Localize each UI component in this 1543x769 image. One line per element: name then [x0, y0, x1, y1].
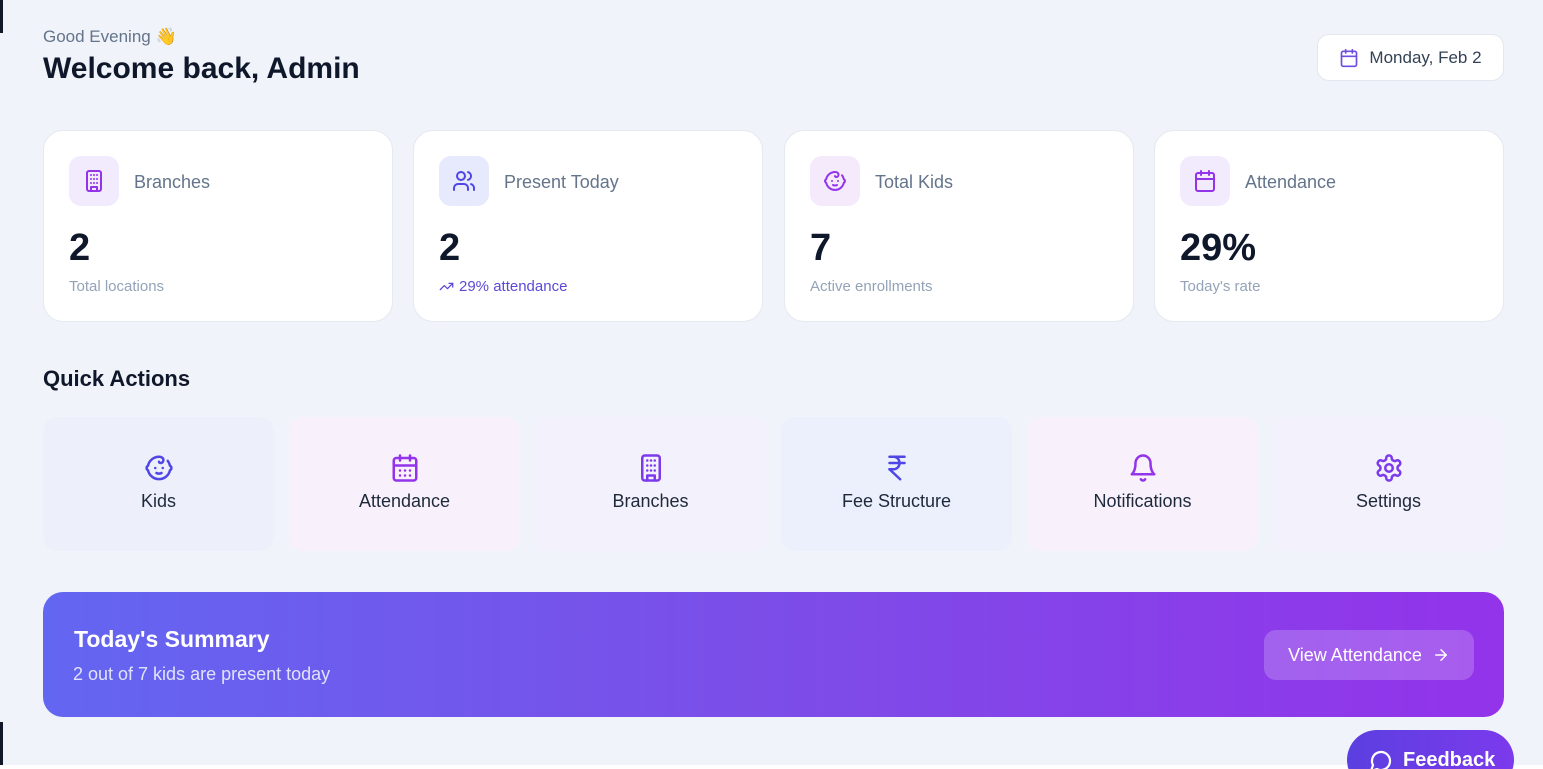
view-attendance-button[interactable]: View Attendance: [1264, 630, 1474, 680]
building-icon: [640, 453, 661, 482]
stat-label: Total Kids: [875, 172, 954, 192]
quick-action-kids[interactable]: Kids: [43, 417, 274, 551]
quick-action-label: Kids: [140, 490, 176, 511]
quick-action-attendance[interactable]: Attendance: [289, 417, 520, 551]
section-title-quick-actions: Quick Actions: [43, 366, 191, 391]
stat-subtext: Total locations: [69, 278, 165, 295]
window-edge: [0, 722, 3, 769]
quick-action-label: Settings: [1355, 490, 1422, 511]
message-circle-icon: [1370, 750, 1392, 769]
baby-icon: [810, 156, 860, 206]
feedback-label: Feedback: [1403, 749, 1496, 769]
calendar-icon: [1341, 48, 1358, 67]
stat-label: Present Today: [504, 172, 619, 192]
window-edge: [0, 0, 3, 33]
quick-action-label: Fee Structure: [841, 490, 952, 511]
bell-icon: [1130, 453, 1155, 482]
stat-value: 29%: [1180, 227, 1257, 269]
summary-banner: Today's Summary 2 out of 7 kids are pres…: [43, 592, 1504, 717]
gear-icon: [1376, 453, 1401, 482]
summary-title: Today's Summary: [74, 626, 270, 652]
quick-action-branches[interactable]: Branches: [535, 417, 766, 551]
stat-subtext: 29% attendance: [439, 278, 567, 295]
calendar-icon: [1180, 156, 1230, 206]
stat-card-total-kids: Total Kids 7 Active enrollments: [784, 130, 1134, 322]
stat-value: 2: [439, 227, 461, 269]
stat-subtext: Active enrollments: [810, 278, 933, 295]
trending-up-icon: [439, 282, 454, 291]
feedback-button[interactable]: Feedback: [1347, 730, 1514, 769]
stat-subtext-label: 29% attendance: [459, 278, 568, 295]
baby-icon: [144, 455, 173, 480]
stat-value: 7: [810, 227, 832, 269]
quick-action-label: Notifications: [1093, 490, 1192, 511]
rupee-icon: [887, 455, 906, 480]
stat-label: Branches: [134, 172, 211, 192]
stat-card-branches: Branches 2 Total locations: [43, 130, 393, 322]
quick-action-notifications[interactable]: Notifications: [1027, 417, 1258, 551]
greeting-text: Good Evening 👋: [43, 27, 177, 46]
users-icon: [439, 156, 489, 206]
quick-action-settings[interactable]: Settings: [1273, 417, 1504, 551]
quick-action-label: Attendance: [358, 490, 451, 511]
stat-value: 2: [69, 227, 91, 269]
stat-subtext: Today's rate: [1180, 278, 1261, 295]
date-label: Monday, Feb 2: [1369, 47, 1482, 67]
summary-subtitle: 2 out of 7 kids are present today: [73, 664, 331, 684]
date-display: Monday, Feb 2: [1317, 34, 1504, 81]
view-attendance-label: View Attendance: [1288, 644, 1422, 665]
calendar-icon: [392, 453, 417, 482]
quick-action-fee-structure[interactable]: Fee Structure: [781, 417, 1012, 551]
quick-action-label: Branches: [612, 490, 689, 511]
stat-card-attendance: Attendance 29% Today's rate: [1154, 130, 1504, 322]
bottom-strip: [0, 765, 1543, 769]
stat-label: Attendance: [1245, 172, 1337, 192]
stat-card-present-today: Present Today 2 29% attendance: [413, 130, 763, 322]
building-icon: [69, 156, 119, 206]
page-title: Welcome back, Admin: [43, 52, 360, 85]
arrow-right-icon: [1434, 649, 1447, 661]
